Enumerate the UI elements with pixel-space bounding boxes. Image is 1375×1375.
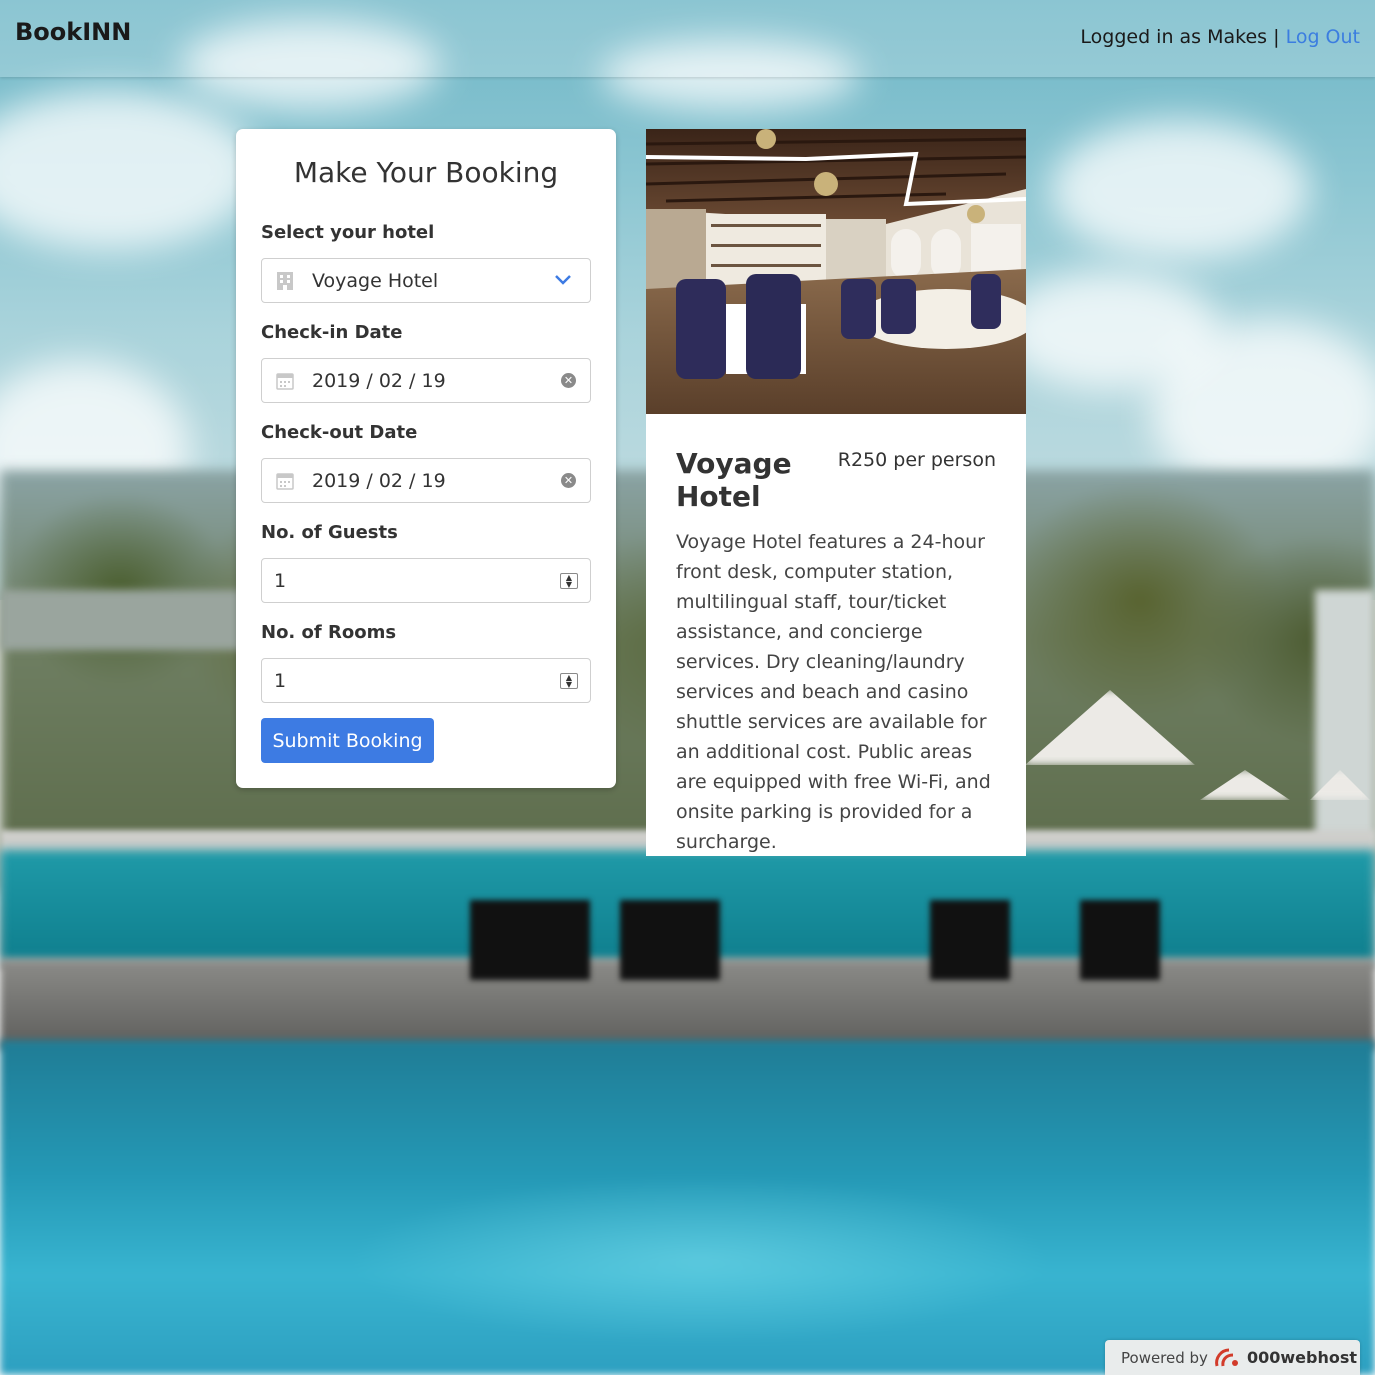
guests-input[interactable]: 1 ▲ ▼ <box>261 558 591 603</box>
user-status: Logged in as Makes | Log Out <box>1080 26 1360 48</box>
calendar-icon <box>276 473 294 490</box>
rooms-value: 1 <box>274 670 287 692</box>
submit-booking-button[interactable]: Submit Booking <box>261 718 434 763</box>
booking-form-card: Make Your Booking Select your hotel Voya… <box>236 129 616 788</box>
hotel-select-label: Select your hotel <box>261 222 435 243</box>
checkin-date-value: 2019 / 02 / 19 <box>312 370 446 392</box>
hotel-photo <box>646 129 1026 414</box>
host-name: 000webhost <box>1247 1348 1358 1367</box>
logged-in-text: Logged in as Makes | <box>1080 26 1280 48</box>
checkin-date-input[interactable]: 2019 / 02 / 19 ✕ <box>261 358 591 403</box>
clear-icon[interactable]: ✕ <box>561 473 576 488</box>
guests-label: No. of Guests <box>261 522 398 543</box>
building-icon <box>277 272 293 290</box>
brand-logo[interactable]: BookINN <box>15 18 131 46</box>
clear-icon[interactable]: ✕ <box>561 373 576 388</box>
checkout-date-value: 2019 / 02 / 19 <box>312 470 446 492</box>
host-logo-icon <box>1215 1348 1238 1367</box>
hotel-description: Voyage Hotel features a 24-hour front de… <box>676 531 991 853</box>
chevron-down-icon[interactable] <box>554 274 572 286</box>
rooms-label: No. of Rooms <box>261 622 397 643</box>
rooms-input[interactable]: 1 ▲ ▼ <box>261 658 591 703</box>
powered-by-badge[interactable]: Powered by 000webhost <box>1105 1340 1360 1375</box>
hotel-select[interactable]: Voyage Hotel <box>261 258 591 303</box>
hotel-select-value: Voyage Hotel <box>312 270 439 292</box>
powered-by-text: Powered by <box>1121 1349 1208 1367</box>
hotel-name: Voyage Hotel <box>676 447 792 513</box>
checkout-label: Check-out Date <box>261 422 418 443</box>
guests-value: 1 <box>274 570 287 592</box>
logout-link[interactable]: Log Out <box>1286 26 1360 48</box>
checkin-label: Check-in Date <box>261 322 403 343</box>
calendar-icon <box>276 373 294 390</box>
hotel-info-card: Voyage Hotel R250 per person Voyage Hote… <box>646 129 1026 856</box>
form-title: Make Your Booking <box>293 156 559 189</box>
hotel-price: R250 per person <box>837 449 996 471</box>
spinner-icon[interactable]: ▲ ▼ <box>560 573 578 589</box>
navbar: BookINN Logged in as Makes | Log Out <box>0 0 1375 77</box>
checkout-date-input[interactable]: 2019 / 02 / 19 ✕ <box>261 458 591 503</box>
spinner-icon[interactable]: ▲ ▼ <box>560 673 578 689</box>
